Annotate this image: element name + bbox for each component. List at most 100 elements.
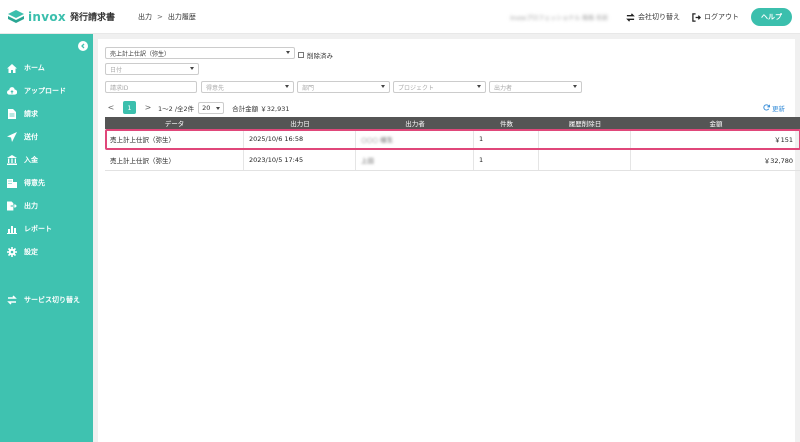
sidebar-item-label: ホーム bbox=[24, 64, 45, 72]
sidebar: ホーム アップロード 請求 送付 入金 得意先 出力 レポート 設定 サービス切… bbox=[0, 34, 93, 442]
cell-history-deleted-date bbox=[539, 129, 631, 149]
sidebar-item-label: 入金 bbox=[24, 156, 38, 164]
cell-outputter: 上田 bbox=[361, 157, 374, 165]
brand-name: invox bbox=[28, 9, 66, 24]
date-select-placeholder: 日付 bbox=[110, 66, 123, 74]
pagination: < 1 > 1〜2 /全2件 20 合計金額 ￥32,931 bbox=[105, 101, 289, 114]
switch-icon bbox=[7, 295, 17, 305]
format-select-value: 売上計上仕訳（弥生） bbox=[110, 50, 171, 58]
sidebar-item-label: レポート bbox=[24, 225, 52, 233]
chart-icon bbox=[7, 224, 17, 234]
chevron-left-icon bbox=[81, 43, 85, 49]
sidebar-item-report[interactable]: レポート bbox=[0, 220, 93, 238]
col-header-data[interactable]: データ bbox=[105, 117, 244, 129]
chevron-down-icon bbox=[573, 85, 577, 88]
col-header-outputter[interactable]: 出力者 bbox=[356, 117, 474, 129]
cell-data: 売上計上仕訳（弥生） bbox=[105, 150, 244, 170]
chevron-down-icon bbox=[285, 85, 289, 88]
sidebar-item-label: 請求 bbox=[24, 110, 38, 118]
deleted-checkbox-group[interactable]: 削除済み bbox=[298, 50, 333, 60]
prev-page-button[interactable]: < bbox=[105, 103, 117, 112]
chevron-down-icon bbox=[477, 85, 481, 88]
breadcrumb: 出力 > 出力履歴 bbox=[138, 12, 196, 22]
sidebar-item-settings[interactable]: 設定 bbox=[0, 243, 93, 261]
cell-amount: ￥151 bbox=[774, 136, 793, 144]
sidebar-item-label: 出力 bbox=[24, 202, 38, 210]
invoice-id-placeholder: 請求ID bbox=[110, 84, 129, 92]
gear-icon bbox=[7, 247, 17, 257]
cell-output-date: 2023/10/5 17:45 bbox=[244, 150, 356, 170]
sidebar-item-upload[interactable]: アップロード bbox=[0, 82, 93, 100]
refresh-label: 更新 bbox=[772, 105, 785, 113]
main-area: 売上計上仕訳（弥生） 削除済み 日付 請求ID 得意先 部門 プロジェクト 出力… bbox=[93, 34, 800, 442]
sidebar-item-label: 送付 bbox=[24, 133, 38, 141]
sidebar-item-label: アップロード bbox=[24, 87, 66, 95]
col-header-amount[interactable]: 金額 bbox=[631, 117, 800, 129]
logo[interactable]: invox 発行請求書 bbox=[8, 9, 130, 24]
output-history-table: データ 出力日 出力者 件数 履歴削除日 金額 売上計上仕訳（弥生） 2025/… bbox=[105, 117, 800, 171]
cell-count: 1 bbox=[474, 129, 539, 149]
home-icon bbox=[7, 63, 17, 73]
customer-select[interactable]: 得意先 bbox=[201, 81, 294, 93]
refresh-button[interactable]: 更新 bbox=[763, 103, 785, 113]
invoice-id-input[interactable]: 請求ID bbox=[105, 81, 197, 93]
cell-history-deleted-date bbox=[539, 150, 631, 170]
switch-icon bbox=[626, 12, 635, 22]
date-select[interactable]: 日付 bbox=[105, 63, 199, 75]
company-name: invoxプロフェッショナル 株株 名前 bbox=[510, 14, 608, 22]
format-select[interactable]: 売上計上仕訳（弥生） bbox=[105, 47, 295, 59]
help-button[interactable]: ヘルプ bbox=[751, 8, 792, 26]
cell-output-date: 2025/10/6 16:58 bbox=[244, 129, 356, 149]
sidebar-item-invoice[interactable]: 請求 bbox=[0, 105, 93, 123]
logout-button[interactable]: ログアウト bbox=[692, 12, 739, 22]
next-page-button[interactable]: > bbox=[142, 103, 154, 112]
switch-company-label: 会社切り替え bbox=[638, 13, 680, 21]
customer-select-placeholder: 得意先 bbox=[206, 84, 225, 92]
breadcrumb-separator: > bbox=[157, 12, 163, 21]
project-select-placeholder: プロジェクト bbox=[398, 84, 435, 92]
page-size-select[interactable]: 20 bbox=[198, 101, 225, 114]
table-row[interactable]: 売上計上仕訳（弥生） 2023/10/5 17:45 上田 1 ￥32,780 bbox=[105, 150, 800, 171]
sidebar-item-output[interactable]: 出力 bbox=[0, 197, 93, 215]
breadcrumb-output-history: 出力履歴 bbox=[167, 12, 196, 21]
bank-icon bbox=[7, 155, 17, 165]
col-header-count[interactable]: 件数 bbox=[474, 117, 539, 129]
cell-amount: ￥32,780 bbox=[763, 157, 793, 165]
building-icon bbox=[7, 178, 17, 188]
sidebar-item-send[interactable]: 送付 bbox=[0, 128, 93, 146]
sidebar-collapse-button[interactable] bbox=[78, 41, 88, 51]
deleted-checkbox-label: 削除済み bbox=[307, 52, 333, 60]
chevron-down-icon bbox=[286, 51, 290, 54]
sidebar-item-home[interactable]: ホーム bbox=[0, 59, 93, 77]
table-row[interactable]: 売上計上仕訳（弥生） 2025/10/6 16:58 ○○○ 様生 1 ￥151 bbox=[105, 129, 800, 150]
page-range: 1〜2 /全2件 bbox=[158, 104, 195, 113]
col-header-history-deleted-date[interactable]: 履歴削除日 bbox=[539, 117, 631, 129]
switch-company-button[interactable]: 会社切り替え bbox=[626, 12, 680, 22]
logo-mark-icon bbox=[8, 9, 24, 24]
export-icon bbox=[7, 201, 17, 211]
document-icon bbox=[7, 109, 17, 119]
send-icon bbox=[7, 132, 17, 142]
cloud-upload-icon bbox=[7, 86, 17, 96]
content-panel: 売上計上仕訳（弥生） 削除済み 日付 請求ID 得意先 部門 プロジェクト 出力… bbox=[98, 39, 800, 442]
sidebar-item-payment[interactable]: 入金 bbox=[0, 151, 93, 169]
logout-label: ログアウト bbox=[704, 13, 739, 21]
department-select[interactable]: 部門 bbox=[297, 81, 390, 93]
project-select[interactable]: プロジェクト bbox=[393, 81, 486, 93]
header-actions: invoxプロフェッショナル 株株 名前 会社切り替え ログアウト ヘルプ bbox=[510, 0, 792, 34]
service-switch-button[interactable]: サービス切り替え bbox=[0, 291, 93, 309]
chevron-down-icon bbox=[190, 67, 194, 70]
breadcrumb-output[interactable]: 出力 bbox=[138, 12, 152, 22]
sidebar-item-label: 設定 bbox=[24, 248, 38, 256]
outputter-select[interactable]: 出力者 bbox=[489, 81, 582, 93]
brand-product: 発行請求書 bbox=[69, 13, 115, 23]
sidebar-item-customer[interactable]: 得意先 bbox=[0, 174, 93, 192]
cell-data: 売上計上仕訳（弥生） bbox=[105, 129, 244, 149]
deleted-checkbox[interactable] bbox=[298, 52, 304, 58]
table-header: データ 出力日 出力者 件数 履歴削除日 金額 bbox=[105, 117, 800, 129]
col-header-output-date[interactable]: 出力日 bbox=[244, 117, 356, 129]
cell-outputter: ○○○ 様生 bbox=[361, 136, 394, 144]
page-size-value: 20 bbox=[202, 103, 211, 112]
page-1-button[interactable]: 1 bbox=[123, 101, 136, 114]
cell-count: 1 bbox=[474, 150, 539, 170]
